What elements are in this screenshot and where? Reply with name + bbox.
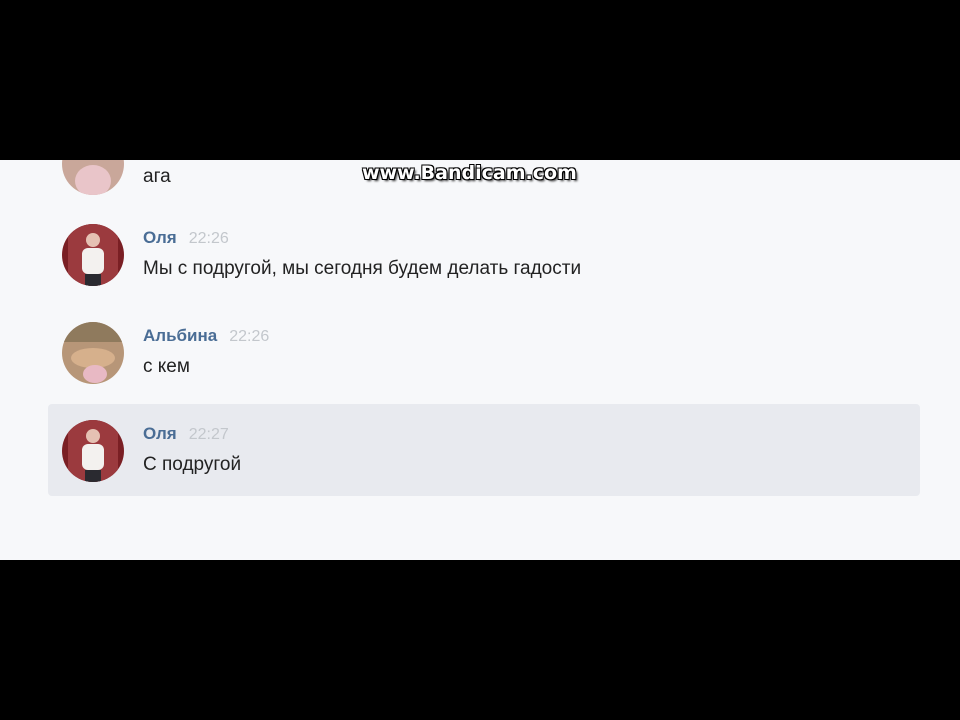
chat-history[interactable]: ага Оля 22:26 Мы с подругой, мы сегодня б… [0,160,960,560]
message-author[interactable]: Оля 22:26 [143,228,229,248]
author-name[interactable]: Оля [143,228,177,247]
avatar-red-icon [62,224,124,286]
author-name[interactable]: Альбина [143,326,217,345]
avatar[interactable] [62,160,124,195]
message-text: С подругой [143,454,242,475]
message-item[interactable]: Альбина 22:26 с кем [48,308,920,400]
letterbox-bottom [0,560,960,720]
message-time: 22:27 [188,426,229,443]
message-time: 22:26 [229,328,270,345]
avatar[interactable] [62,224,124,286]
message-author[interactable]: Альбина 22:26 [143,326,269,346]
message-author[interactable]: Оля 22:27 [143,424,229,444]
watermark: www.Bandicam.com [362,162,577,184]
avatar-pink-icon [62,160,124,195]
avatar[interactable] [62,322,124,384]
message-time: 22:26 [188,230,229,247]
author-name[interactable]: Оля [143,424,177,443]
avatar[interactable] [62,420,124,482]
avatar-tan-icon [62,322,124,384]
message-text: Мы с подругой, мы сегодня будем делать г… [143,258,582,279]
letterbox-top [0,0,960,160]
message-text: с кем [143,356,190,377]
message-item-selected[interactable]: Оля 22:27 С подругой [48,404,920,496]
message-item[interactable]: Оля 22:26 Мы с подругой, мы сегодня будем… [48,210,920,302]
message-text: ага [143,166,171,187]
avatar-red-icon [62,420,124,482]
